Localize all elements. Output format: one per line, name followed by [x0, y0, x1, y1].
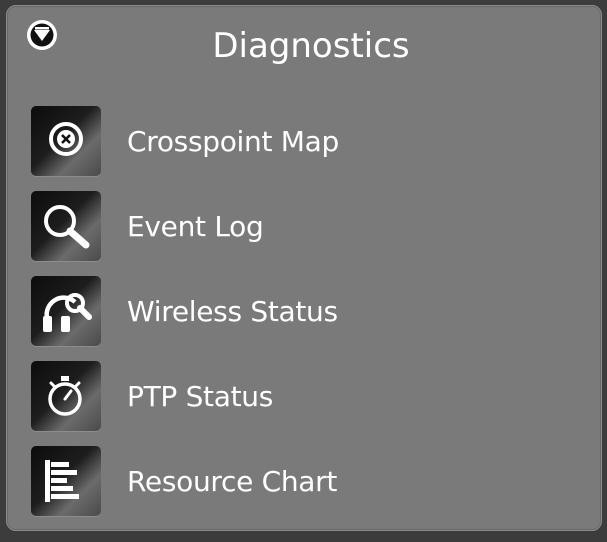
diagnostics-panel: Diagnostics Crosspoint Map Event Log Wir… [6, 5, 602, 531]
menu-item-label: Event Log [127, 209, 264, 243]
menu-item-label: PTP Status [127, 379, 273, 413]
menu-item-label: Wireless Status [127, 294, 338, 328]
bar-chart-icon [31, 446, 101, 516]
menu-item-resource-chart[interactable]: Resource Chart [31, 446, 571, 516]
menu-item-label: Crosspoint Map [127, 124, 339, 158]
stopwatch-icon [31, 361, 101, 431]
crosspoint-map-icon [31, 106, 101, 176]
wireless-headset-icon [31, 276, 101, 346]
menu-item-label: Resource Chart [127, 464, 338, 498]
menu-item-wireless-status[interactable]: Wireless Status [31, 276, 571, 346]
menu-item-event-log[interactable]: Event Log [31, 191, 571, 261]
menu-item-crosspoint-map[interactable]: Crosspoint Map [31, 106, 571, 176]
magnifier-icon [31, 191, 101, 261]
menu-item-ptp-status[interactable]: PTP Status [31, 361, 571, 431]
panel-title: Diagnostics [212, 26, 410, 66]
